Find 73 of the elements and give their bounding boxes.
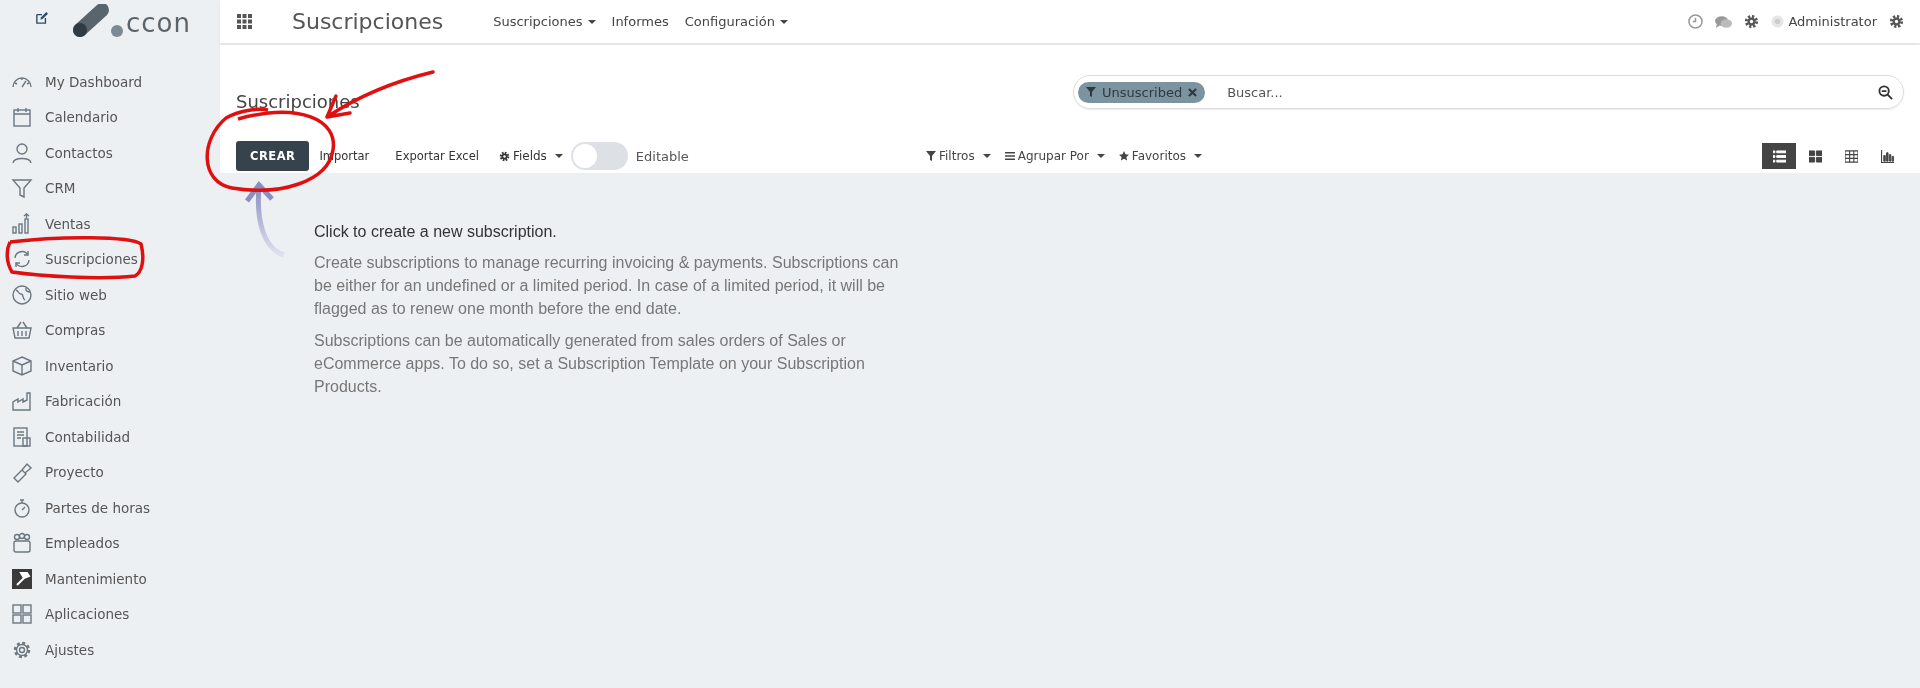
funnel-icon — [1086, 87, 1096, 97]
caret-icon — [982, 154, 991, 158]
app-title: Suscripciones — [292, 9, 444, 34]
invoice-icon — [11, 425, 33, 448]
hammer-icon — [11, 567, 33, 590]
sidebar-item[interactable]: Mantenimiento — [0, 561, 220, 597]
sidebar-item[interactable]: Suscripciones — [0, 241, 220, 277]
sidebar-item[interactable]: Empleados — [0, 525, 220, 561]
sidebar-item[interactable]: Inventario — [0, 348, 220, 384]
menu-item[interactable]: Informes — [611, 14, 669, 29]
edit-icon[interactable] — [36, 12, 48, 24]
star-icon — [1118, 151, 1129, 161]
funnel-icon — [926, 151, 936, 161]
sidebar-item[interactable]: Proyecto — [0, 454, 220, 490]
sidebar-item[interactable]: Compras — [0, 312, 220, 348]
help-title: Click to create a new subscription. — [314, 223, 558, 241]
clock-icon[interactable] — [1688, 14, 1704, 29]
caret-icon — [1194, 154, 1202, 158]
filter-dropdown[interactable]: Agrupar Por — [1004, 149, 1105, 163]
filter-facet[interactable]: Unsuscribed — [1078, 81, 1206, 103]
kanban-view-icon — [1808, 149, 1822, 163]
caret-icon — [554, 154, 563, 158]
funnel-icon — [11, 177, 33, 200]
people-icon — [11, 532, 33, 555]
basket-icon — [11, 319, 33, 342]
list-icon — [1004, 151, 1015, 161]
gear-icon — [498, 150, 510, 162]
stopwatch-icon — [11, 496, 33, 519]
sidebar-item[interactable]: Ajustes — [0, 632, 220, 668]
menu-item[interactable]: Suscripciones — [493, 14, 596, 29]
toggle-label: Editable — [635, 148, 689, 164]
apps-grid-icon[interactable] — [237, 14, 252, 29]
fields-dropdown[interactable]: Fields — [494, 149, 567, 163]
help-paragraph: Create subscriptions to manage recurring invoicing & payments. Subscriptions can be either for an undefined or a limited period. In case of a limited period, it will be flagged as to renew one month before the end date. — [314, 253, 900, 319]
search-icon[interactable] — [1878, 84, 1893, 100]
sidebar-item[interactable]: Aplicaciones — [0, 596, 220, 632]
sidebar-item[interactable]: Contactos — [0, 135, 220, 171]
create-button[interactable]: CREAR — [236, 141, 310, 171]
curved-arrow-icon — [244, 181, 286, 259]
box-icon — [11, 354, 33, 377]
factory-icon — [11, 390, 33, 413]
sidebar-item[interactable]: Contabilidad — [0, 419, 220, 455]
globe-icon — [11, 283, 33, 306]
help-paragraph: Subscriptions can be automatically generated from sales orders of Sales or eCommerce apps. To do so, set a Subscription Template on your Subscription Products. — [314, 331, 866, 397]
caret-icon — [587, 19, 596, 24]
user-menu[interactable]: Administrator — [1771, 14, 1877, 29]
sidebar-item[interactable]: My Dashboard — [0, 64, 220, 100]
caret-icon — [779, 19, 788, 24]
close-icon[interactable] — [1188, 87, 1198, 97]
view-switch-button[interactable] — [1762, 143, 1796, 169]
list-view-icon — [1772, 149, 1786, 163]
calendar-icon — [11, 106, 33, 129]
filter-dropdown[interactable]: Filtros — [926, 149, 991, 163]
chat-icon[interactable] — [1715, 14, 1733, 29]
settings-icon[interactable] — [1744, 14, 1760, 29]
person-icon — [11, 141, 33, 164]
toolbar-button[interactable]: Exportar Excel — [385, 149, 489, 163]
apps-icon — [11, 603, 33, 626]
chart-view-icon — [1880, 149, 1894, 163]
avatar-icon — [1771, 15, 1785, 28]
caret-icon — [1096, 154, 1105, 158]
sidebar-item[interactable]: Sitio web — [0, 277, 220, 313]
sidebar-item[interactable]: Ventas — [0, 206, 220, 242]
sidebar-item[interactable]: Partes de horas — [0, 490, 220, 526]
menu-item[interactable]: Configuración — [684, 14, 788, 29]
table-view-icon — [1844, 149, 1858, 163]
sidebar-item[interactable]: Calendario — [0, 99, 220, 135]
filter-dropdown[interactable]: Favoritos — [1118, 149, 1202, 163]
logo: ccon — [68, 4, 191, 38]
sidebar-item[interactable]: CRM — [0, 170, 220, 206]
sidebar-item[interactable]: Fabricación — [0, 383, 220, 419]
toggle-switch[interactable] — [570, 142, 628, 170]
settings-icon[interactable] — [1889, 14, 1904, 29]
